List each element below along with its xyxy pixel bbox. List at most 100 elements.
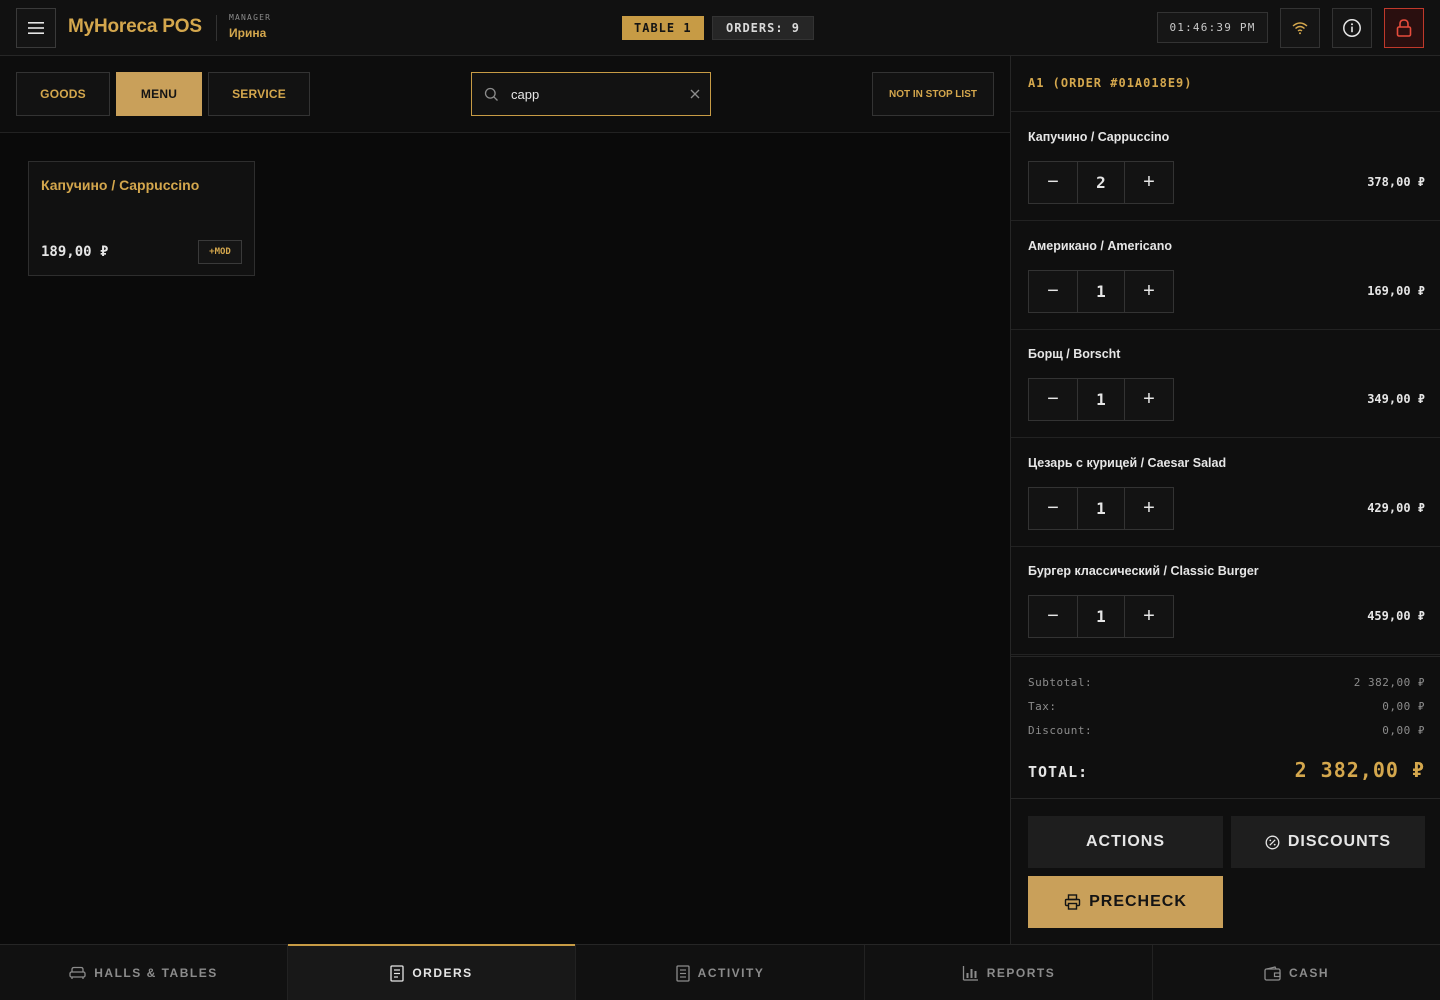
quantity-stepper: − 1 + xyxy=(1028,378,1174,421)
connection-status-button[interactable] xyxy=(1280,8,1320,48)
total-label: TOTAL: xyxy=(1028,763,1089,781)
subtotal-row: Subtotal: 2 382,00 ₽ xyxy=(1028,676,1425,689)
order-line-item: Капучино / Cappuccino − 2 + 378,00 ₽ xyxy=(1011,112,1440,221)
actions-label: ACTIONS xyxy=(1086,833,1165,850)
discounts-label: DISCOUNTS xyxy=(1287,833,1392,850)
line-item-qty: 1 xyxy=(1077,379,1125,420)
lock-icon xyxy=(1396,19,1412,37)
user-name: Ирина xyxy=(229,26,267,40)
clear-search-button[interactable] xyxy=(687,80,702,108)
line-item-price: 459,00 ₽ xyxy=(1367,609,1425,623)
printer-icon xyxy=(1064,894,1081,910)
top-header: MyHoreca POS MANAGER Ирина TABLE 1 ORDER… xyxy=(0,0,1440,56)
catalog-toolbar: GOODS MENU SERVICE NOT IN STOP LIST xyxy=(0,56,1010,133)
product-grid: Капучино / Cappuccino 189,00 ₽ +MOD xyxy=(0,134,1010,944)
lock-screen-button[interactable] xyxy=(1384,8,1424,48)
line-item-name: Борщ / Borscht xyxy=(1028,347,1121,361)
order-panel: A1 (ORDER #01A018E9) Капучино / Cappucci… xyxy=(1010,56,1440,944)
wallet-icon xyxy=(1264,965,1281,981)
nav-cash[interactable]: CASH xyxy=(1153,945,1440,1000)
nav-label: ORDERS xyxy=(412,966,473,980)
nav-reports[interactable]: REPORTS xyxy=(865,945,1153,1000)
quantity-stepper: − 1 + xyxy=(1028,487,1174,530)
hamburger-icon xyxy=(28,22,44,34)
decrease-qty-button[interactable]: − xyxy=(1029,596,1077,637)
order-line-item: Цезарь с курицей / Caesar Salad − 1 + 42… xyxy=(1011,438,1440,547)
nav-label: REPORTS xyxy=(986,966,1056,980)
hamburger-menu-button[interactable] xyxy=(16,8,56,48)
increase-qty-button[interactable]: + xyxy=(1125,271,1173,312)
quantity-stepper: − 1 + xyxy=(1028,270,1174,313)
increase-qty-button[interactable]: + xyxy=(1125,488,1173,529)
increase-qty-button[interactable]: + xyxy=(1125,162,1173,203)
decrease-qty-button[interactable]: − xyxy=(1029,271,1077,312)
line-item-name: Цезарь с курицей / Caesar Salad xyxy=(1028,456,1227,470)
increase-qty-button[interactable]: + xyxy=(1125,379,1173,420)
decrease-qty-button[interactable]: − xyxy=(1029,162,1077,203)
line-item-qty: 1 xyxy=(1077,596,1125,637)
tax-row: Tax: 0,00 ₽ xyxy=(1028,700,1425,713)
line-item-name: Капучино / Cappuccino xyxy=(1028,130,1170,144)
clock-display: 01:46:39 PM xyxy=(1157,12,1268,43)
nav-activity[interactable]: ACTIVITY xyxy=(576,945,865,1000)
precheck-label: PRECHECK xyxy=(1089,893,1187,910)
search-icon xyxy=(484,86,499,102)
nav-halls-tables[interactable]: HALLS & TABLES xyxy=(0,945,288,1000)
tax-label: Tax: xyxy=(1028,700,1057,713)
line-item-name: Американо / Americano xyxy=(1028,239,1172,253)
line-item-qty: 1 xyxy=(1077,488,1125,529)
close-icon xyxy=(690,89,699,99)
discount-label: Discount: xyxy=(1028,724,1093,737)
info-icon xyxy=(1343,19,1361,37)
line-item-price: 349,00 ₽ xyxy=(1367,392,1425,406)
discount-row: Discount: 0,00 ₽ xyxy=(1028,724,1425,737)
nav-orders[interactable]: ORDERS xyxy=(288,944,576,1000)
user-role: MANAGER xyxy=(229,13,272,22)
sofa-icon xyxy=(69,966,86,980)
wifi-icon xyxy=(1292,22,1308,35)
order-title: A1 (ORDER #01A018E9) xyxy=(1028,76,1193,90)
quantity-stepper: − 2 + xyxy=(1028,161,1174,204)
search-input[interactable] xyxy=(511,79,687,109)
document-icon xyxy=(676,964,690,982)
quantity-stepper: − 1 + xyxy=(1028,595,1174,638)
decrease-qty-button[interactable]: − xyxy=(1029,488,1077,529)
subtotal-label: Subtotal: xyxy=(1028,676,1093,689)
decrease-qty-button[interactable]: − xyxy=(1029,379,1077,420)
order-line-item: Американо / Americano − 1 + 169,00 ₽ xyxy=(1011,221,1440,330)
product-price: 189,00 ₽ xyxy=(41,244,109,260)
line-item-qty: 2 xyxy=(1077,162,1125,203)
tab-menu[interactable]: MENU xyxy=(116,72,202,116)
info-button[interactable] xyxy=(1332,8,1372,48)
tab-goods[interactable]: GOODS xyxy=(16,72,110,116)
line-item-name: Бургер классический / Classic Burger xyxy=(1028,564,1259,578)
bar-chart-icon xyxy=(962,965,979,981)
tab-service[interactable]: SERVICE xyxy=(208,72,310,116)
nav-label: CASH xyxy=(1288,966,1329,980)
brand-divider xyxy=(216,15,217,41)
stop-list-filter-button[interactable]: NOT IN STOP LIST xyxy=(872,72,994,116)
discounts-button[interactable]: DISCOUNTS xyxy=(1231,816,1425,868)
line-item-price: 378,00 ₽ xyxy=(1367,175,1425,189)
nav-label: ACTIVITY xyxy=(697,966,765,980)
receipt-icon xyxy=(390,964,404,982)
order-line-item: Бургер классический / Classic Burger − 1… xyxy=(1011,546,1440,655)
line-item-price: 429,00 ₽ xyxy=(1367,501,1425,515)
discount-value: 0,00 ₽ xyxy=(1382,724,1425,737)
subtotal-value: 2 382,00 ₽ xyxy=(1353,676,1425,689)
actions-button[interactable]: ACTIONS xyxy=(1028,816,1223,868)
app-brand: MyHoreca POS xyxy=(68,16,202,37)
discount-icon xyxy=(1265,835,1280,850)
total-value: 2 382,00 ₽ xyxy=(1294,758,1425,782)
product-card[interactable]: Капучино / Cappuccino 189,00 ₽ +MOD xyxy=(28,161,255,276)
line-item-price: 169,00 ₽ xyxy=(1367,284,1425,298)
add-modifier-button[interactable]: +MOD xyxy=(198,240,242,264)
table-badge[interactable]: TABLE 1 xyxy=(622,16,704,40)
increase-qty-button[interactable]: + xyxy=(1125,596,1173,637)
tax-value: 0,00 ₽ xyxy=(1382,700,1425,713)
order-line-item: Борщ / Borscht − 1 + 349,00 ₽ xyxy=(1011,329,1440,438)
line-item-qty: 1 xyxy=(1077,271,1125,312)
order-totals: Subtotal: 2 382,00 ₽ Tax: 0,00 ₽ Discoun… xyxy=(1011,656,1440,799)
precheck-button[interactable]: PRECHECK xyxy=(1028,876,1223,928)
orders-count-badge[interactable]: ORDERS: 9 xyxy=(712,16,815,40)
